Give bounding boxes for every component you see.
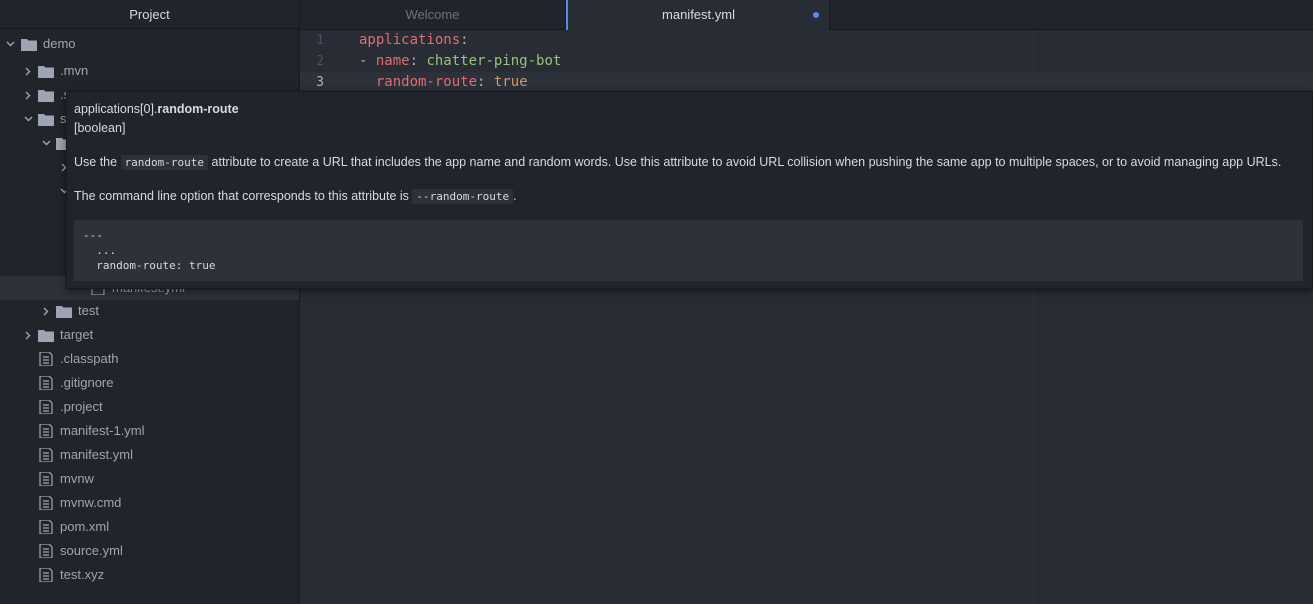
example-line: --- [83, 229, 103, 242]
yaml-key: name [375, 53, 410, 69]
folder-icon [21, 39, 37, 51]
tree-item-mvnw-cmd[interactable]: mvnw.cmd [0, 491, 299, 515]
tree-item-test[interactable]: test [0, 299, 299, 323]
code-line-3[interactable]: 3 random-route: true [300, 72, 1313, 93]
file-text-icon [39, 424, 53, 438]
yaml-key: random-route [375, 74, 478, 90]
yaml-dash: - [359, 53, 376, 69]
hover-example-code: --- ... random-route: true [74, 220, 1303, 281]
tab-welcome[interactable]: Welcome [300, 0, 566, 29]
folder-icon [38, 114, 54, 126]
chevron-right-icon [22, 59, 34, 83]
tree-item-demo[interactable]: demo [0, 32, 299, 56]
tab-bar: Welcome manifest.yml [300, 0, 1313, 30]
example-line: random-route: true [83, 259, 216, 272]
line-number: 1 [316, 33, 324, 48]
line-number: 2 [316, 54, 324, 69]
inline-code: --random-route [412, 189, 514, 204]
folder-icon [38, 66, 54, 78]
chevron-down-icon [40, 131, 52, 155]
tree-view-title: Project [0, 0, 299, 29]
tree-item-target[interactable]: target [0, 323, 299, 347]
hover-description: Use the random-route attribute to create… [74, 155, 1282, 170]
code-line-1[interactable]: 1 applications: [300, 30, 1313, 51]
tree-item-source-yml[interactable]: source.yml [0, 539, 299, 563]
chevron-right-icon [40, 299, 52, 323]
tree-item-mvn[interactable]: .mvn [0, 59, 299, 83]
hover-cli-note: The command line option that corresponds… [74, 189, 517, 204]
tree-item-gitignore[interactable]: .gitignore [0, 371, 299, 395]
hover-info-popup: applications[0].random-route [boolean] U… [66, 91, 1313, 289]
yaml-colon: : [409, 53, 427, 69]
chevron-down-icon [22, 107, 34, 131]
file-text-icon [39, 544, 53, 558]
tab-manifest-yml[interactable]: manifest.yml [566, 0, 830, 30]
file-text-icon [39, 376, 53, 390]
yaml-boolean-value: true [493, 74, 528, 90]
yaml-indent [359, 74, 376, 90]
chevron-right-icon [22, 323, 34, 347]
file-text-icon [39, 352, 53, 366]
modified-indicator-icon[interactable] [813, 12, 819, 18]
folder-icon [56, 306, 72, 318]
tree-item-mvnw[interactable]: mvnw [0, 467, 299, 491]
tab-label: manifest.yml [662, 7, 735, 22]
code-line-2[interactable]: 2 - name: chatter-ping-bot [300, 51, 1313, 72]
hover-property-path: applications[0].random-route [74, 102, 239, 116]
yaml-colon: : [477, 74, 494, 90]
yaml-string-value: chatter-ping-bot [426, 53, 562, 69]
tree-item-project[interactable]: .project [0, 395, 299, 419]
folder-icon [38, 90, 54, 102]
tree-item-classpath[interactable]: .classpath [0, 347, 299, 371]
line-number: 3 [316, 75, 324, 90]
example-line: ... [83, 244, 117, 257]
file-text-icon [39, 400, 53, 414]
tree-item-manifest-1-yml[interactable]: manifest-1.yml [0, 419, 299, 443]
file-text-icon [39, 448, 53, 462]
chevron-right-icon [22, 83, 34, 107]
chevron-down-icon [4, 32, 16, 56]
file-text-icon [39, 472, 53, 486]
tree-item-manifest-yml[interactable]: manifest.yml [0, 443, 299, 467]
file-text-icon [39, 520, 53, 534]
yaml-key: applications [359, 32, 461, 48]
file-text-icon [39, 568, 53, 582]
folder-icon [38, 330, 54, 342]
inline-code: random-route [120, 155, 209, 170]
tree-item-test-xyz[interactable]: test.xyz [0, 563, 299, 587]
tree-item-pom-xml[interactable]: pom.xml [0, 515, 299, 539]
file-text-icon [39, 496, 53, 510]
yaml-colon: : [460, 32, 469, 48]
hover-property-type: [boolean] [74, 121, 126, 135]
